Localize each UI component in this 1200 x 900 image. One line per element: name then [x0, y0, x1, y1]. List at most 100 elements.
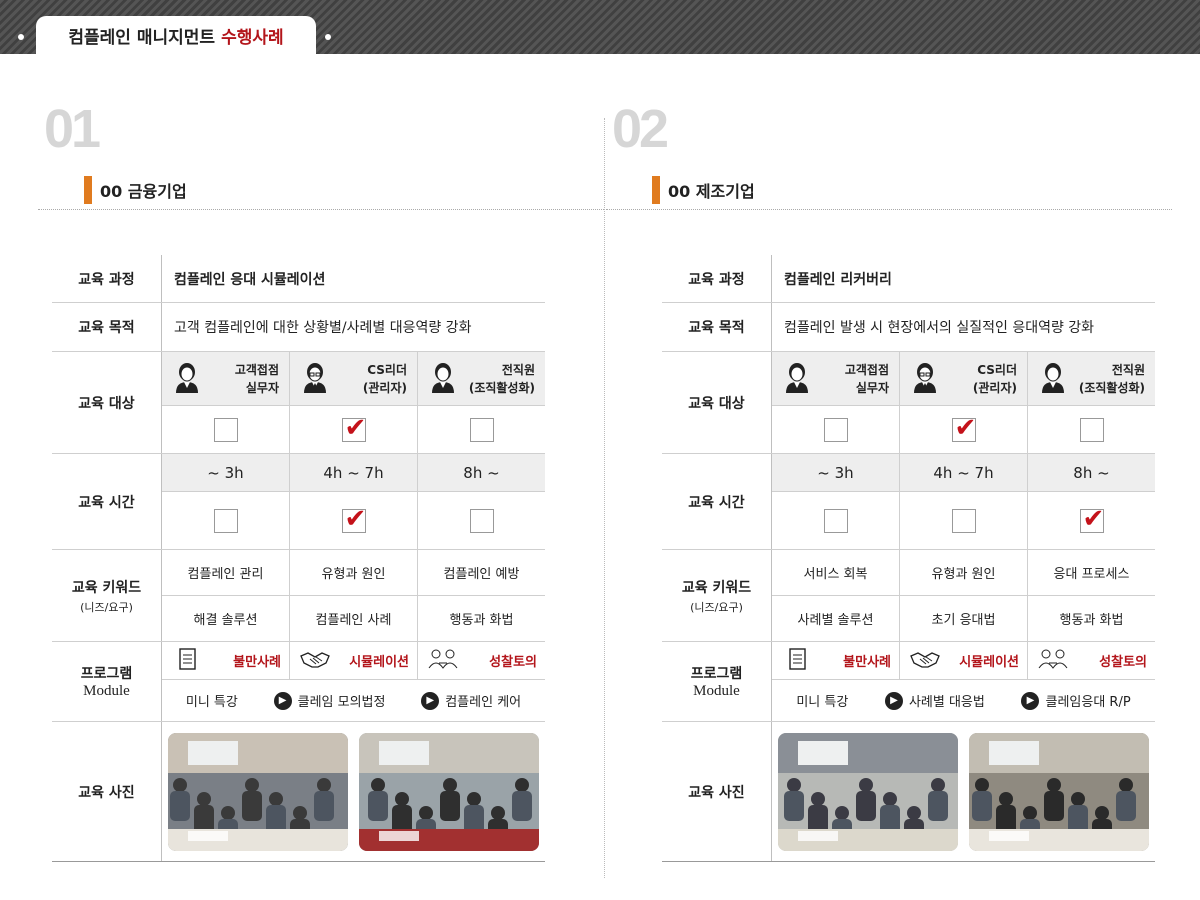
target-checkbox[interactable]	[1079, 417, 1104, 442]
flow-step-label: 클레임응대 R/P	[1045, 695, 1131, 710]
company-name: 00 제조기업	[668, 182, 755, 201]
target-checkbox[interactable]	[213, 417, 238, 442]
arrow-right-icon: ▶	[421, 691, 440, 710]
goal-label: 교육 목적	[52, 303, 162, 351]
target-checkbox[interactable]: ✔	[341, 413, 366, 443]
time-label: 교육 시간	[52, 454, 162, 549]
program-label: 프로그램 Module	[662, 642, 772, 721]
keyword: 컴플레인 사례	[290, 596, 418, 641]
keyword: 유형과 원인	[290, 550, 418, 595]
time-checkbox[interactable]	[213, 508, 238, 533]
goal-value: 고객 컴플레인에 대한 상황별/사례별 대응역량 강화	[174, 320, 472, 336]
header-bar: 컴플레인 매니지먼트 수행사례	[0, 0, 1200, 54]
target-checkbox[interactable]: ✔	[951, 413, 976, 443]
training-photo	[359, 732, 540, 851]
flow-step: 미니 특강	[796, 691, 848, 710]
company-accent-bar	[652, 176, 660, 204]
person-icon	[784, 361, 810, 397]
flow-step-label: 미니 특강	[185, 695, 238, 710]
row-time: 교육 시간 ~ 3h 4h ~ 7h 8h ~ ✔	[52, 454, 545, 550]
row-keywords: 교육 키워드 (니즈/요구) 서비스 회복 유형과 원인 응대 프로세스 사례별 솔루션 초…	[662, 550, 1155, 642]
goal-label: 교육 목적	[662, 303, 772, 351]
row-target: 교육 대상 고객접점 실무자 CS리더 (관리자) 전직원 (조직활성화) ✔	[662, 352, 1155, 454]
target-line1: 전직원	[1111, 362, 1145, 377]
program-label-sub: Module	[83, 683, 130, 699]
keyword: 컴플레인 예방	[443, 567, 520, 582]
time-checkbox[interactable]	[823, 508, 848, 533]
row-photos: 교육 사진	[52, 722, 545, 862]
program-flow: 미니 특강 ▶ 사례별 대응법 ▶ 클레임응대 R/P	[772, 680, 1155, 721]
section-separator	[38, 209, 604, 210]
time-checkbox[interactable]: ✔	[341, 504, 366, 534]
time-checkbox[interactable]	[469, 508, 494, 533]
time-option: ~ 3h	[772, 454, 900, 491]
row-goal: 교육 목적 고객 컴플레인에 대한 상황별/사례별 대응역량 강화	[52, 303, 545, 352]
keyword: 컴플레인 관리	[162, 550, 290, 595]
company-accent-bar	[84, 176, 92, 204]
keyword-label: 교육 키워드 (니즈/요구)	[662, 550, 772, 641]
target-checkbox[interactable]	[823, 417, 848, 442]
target-line2: 실무자	[245, 380, 279, 395]
target-checkbox[interactable]	[469, 417, 494, 442]
company-name: 00 금융기업	[100, 182, 187, 201]
row-course: 교육 과정 컴플레인 리커버리	[662, 255, 1155, 303]
time-checkbox[interactable]: ✔	[1079, 504, 1104, 534]
keyword-label-main: 교육 키워드	[681, 579, 752, 596]
row-target: 교육 대상 고객접점실무자 CS리더 (관리자) 전직원 (조직활성화) ✔	[52, 352, 545, 454]
keyword: 초기 응대법	[900, 596, 1028, 641]
document-icon	[172, 647, 202, 674]
row-program: 프로그램 Module 불만사례 시뮬레이션 성찰토의 미니 특강 ▶ 사례별 대응법 ▶ 클레임…	[662, 642, 1155, 722]
module-item: 성찰토의	[1028, 642, 1155, 679]
target-line1: 고객접점	[234, 362, 279, 377]
section-separator	[606, 209, 1172, 210]
header-tab: 컴플레인 매니지먼트 수행사례	[36, 16, 316, 54]
keyword: 응대 프로세스	[1053, 567, 1130, 582]
target-line1: 전직원	[501, 362, 535, 377]
keyword: 해결 솔루션	[162, 596, 290, 641]
group-icon	[1040, 361, 1066, 397]
target-line2: (조직활성화)	[468, 380, 535, 395]
time-label: 교육 시간	[662, 454, 772, 549]
flow-step: ▶ 클레임응대 R/P	[1021, 691, 1131, 710]
target-option: CS리더 (관리자)	[900, 352, 1028, 405]
module-item: 불만사례	[162, 642, 290, 679]
time-option: 8h ~	[1073, 463, 1110, 482]
training-photo	[167, 732, 348, 851]
program-label-main: 프로그램	[80, 666, 133, 682]
flow-step: ▶ 컴플레인 케어	[421, 691, 521, 710]
flow-step-label: 사례별 대응법	[908, 695, 985, 710]
target-option: CS리더 (관리자)	[290, 352, 418, 405]
header-title: 컴플레인 매니지먼트	[68, 27, 216, 48]
course-label: 교육 과정	[662, 255, 772, 302]
checkmark-icon: ✔	[344, 503, 367, 534]
goal-value: 컴플레인 발생 시 현장에서의 실질적인 응대역량 강화	[784, 320, 1095, 336]
row-program: 프로그램 Module 불만사례 시뮬레이션 성찰토의 미니 특강 ▶ 클레임 모의법정 ▶ 컴플…	[52, 642, 545, 722]
company-title: 00 제조기업	[652, 176, 755, 204]
checkmark-icon: ✔	[1082, 503, 1105, 534]
photo-label: 교육 사진	[52, 722, 162, 861]
company-title: 00 금융기업	[84, 176, 187, 204]
row-time: 교육 시간 ~ 3h 4h ~ 7h 8h ~ ✔	[662, 454, 1155, 550]
target-line2: 실무자	[855, 380, 889, 395]
time-option: 4h ~ 7h	[290, 454, 418, 491]
target-option: 전직원 (조직활성화)	[418, 352, 545, 405]
row-photos: 교육 사진	[662, 722, 1155, 862]
target-label: 교육 대상	[662, 352, 772, 453]
flow-step-label: 미니 특강	[796, 695, 849, 710]
target-option: 고객접점실무자	[772, 352, 900, 405]
target-label: 교육 대상	[52, 352, 162, 453]
checkmark-icon: ✔	[344, 412, 367, 443]
flow-step: 미니 특강	[186, 691, 238, 710]
photo-label: 교육 사진	[662, 722, 772, 861]
program-flow: 미니 특강 ▶ 클레임 모의법정 ▶ 컴플레인 케어	[162, 680, 545, 721]
program-label: 프로그램 Module	[52, 642, 162, 721]
flow-step-label: 컴플레인 케어	[445, 695, 522, 710]
module-label: 시뮬레이션	[349, 655, 409, 670]
time-checkbox[interactable]	[951, 508, 976, 533]
keyword-label-main: 교육 키워드	[71, 579, 142, 596]
course-label: 교육 과정	[52, 255, 162, 302]
target-line1: 고객접점	[844, 362, 889, 377]
course-table: 교육 과정 컴플레인 응대 시뮬레이션 교육 목적 고객 컴플레인에 대한 상황별/사…	[52, 255, 545, 862]
people-discussion-icon	[428, 648, 458, 674]
target-line2: (관리자)	[972, 380, 1017, 395]
